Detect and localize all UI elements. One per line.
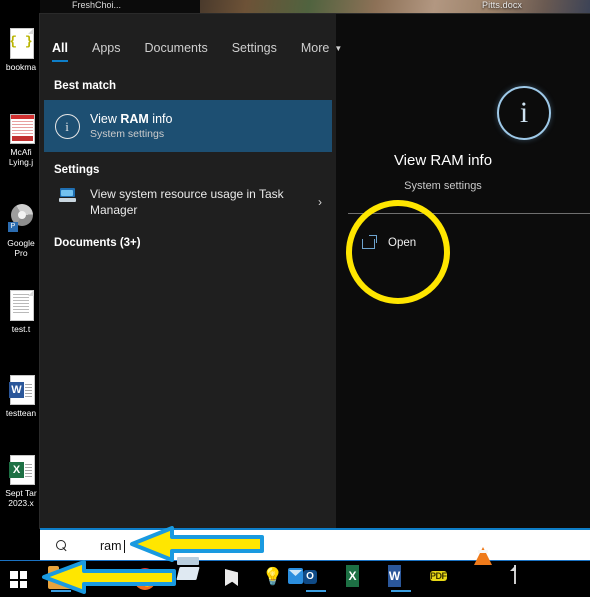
best-match-title: View RAM info — [90, 112, 172, 126]
wallpaper-file-label: Pitts.docx — [482, 0, 523, 10]
active-tab-underline — [52, 59, 68, 62]
title-suffix: info — [148, 112, 173, 126]
desktop-icon-bookmarks[interactable]: { } bookma — [0, 28, 42, 72]
desktop-icon-label: testtean — [5, 408, 37, 418]
search-icon — [56, 540, 68, 552]
tab-label: Settings — [231, 41, 277, 55]
desktop-icon-test-text[interactable]: test.t — [0, 290, 42, 334]
open-external-icon — [362, 235, 377, 249]
info-circle-icon: i — [44, 113, 90, 139]
desktop-icon-mcafee-image[interactable]: McAfi Lying.j — [0, 113, 42, 167]
best-match-text: View RAM info System settings — [90, 112, 172, 140]
search-box[interactable]: ram — [40, 528, 590, 562]
search-filter-tabs: All Apps Documents Settings More ▼ — [40, 28, 342, 68]
arrow-pointing-to-taskbar — [42, 560, 176, 594]
desktop-icon-label: bookma — [5, 62, 37, 72]
taskbar-vlc-media-player-icon[interactable] — [472, 547, 498, 592]
tab-more[interactable]: More ▼ — [289, 28, 354, 68]
start-menu-preview-pane — [336, 14, 590, 528]
json-file-icon: { } — [6, 28, 36, 60]
taskbar-outlook-icon[interactable]: O — [288, 566, 329, 592]
chevron-down-icon: ▼ — [334, 43, 343, 53]
preview-subtitle: System settings — [404, 180, 482, 192]
search-input[interactable]: ram — [100, 539, 122, 553]
preview-title: View RAM info — [393, 152, 493, 169]
desktop-icon-label: test.t — [11, 324, 31, 334]
section-header-best-match: Best match — [54, 80, 116, 92]
tab-label: Apps — [91, 41, 121, 55]
best-match-result-view-ram-info[interactable]: i View RAM info System settings — [44, 100, 332, 152]
preview-divider — [348, 213, 590, 214]
text-file-icon — [6, 290, 36, 322]
tab-settings[interactable]: Settings — [220, 28, 289, 68]
excel-file-icon: X — [6, 454, 36, 486]
desktop-icon-label: Sept Tar 2023.x — [5, 488, 37, 508]
desktop-icon-testteam-word[interactable]: W testtean — [0, 374, 42, 418]
section-header-documents: Documents (3+) — [54, 237, 141, 249]
windows-start-icon[interactable] — [10, 571, 27, 588]
tab-label: Documents — [144, 41, 208, 55]
wallpaper — [200, 0, 590, 14]
taskbar-excel-icon[interactable]: X — [346, 565, 372, 592]
open-action-label: Open — [388, 236, 417, 249]
chevron-right-icon[interactable]: › — [318, 195, 322, 209]
task-manager-icon — [44, 186, 90, 202]
taskbar-pdf-reader-icon[interactable]: PDF — [430, 566, 456, 592]
title-prefix: View — [90, 112, 121, 126]
settings-result-label: View system resource usage in Task Manag… — [90, 187, 284, 217]
open-action-button[interactable]: Open — [362, 235, 417, 249]
preview-icon-glyph: i — [519, 96, 529, 129]
tab-label: More — [300, 41, 330, 55]
desktop-icon-label: McAfi Lying.j — [8, 147, 34, 167]
tab-documents[interactable]: Documents — [132, 28, 219, 68]
preview-info-circle-icon: i — [497, 86, 551, 140]
chrome-icon: P — [6, 204, 36, 236]
taskbar-calculator-icon[interactable] — [553, 566, 579, 592]
settings-result-task-manager[interactable]: View system resource usage in Task Manag… — [44, 186, 332, 228]
text-cursor — [124, 540, 125, 553]
screen: FreshChoi... Pitts.docx { } bookma McAfi… — [0, 0, 590, 597]
tab-apps[interactable]: Apps — [80, 28, 133, 68]
best-match-subtitle: System settings — [90, 128, 165, 140]
taskbar-onenote-icon[interactable] — [220, 566, 246, 592]
taskbar-lamp-app-icon[interactable]: 💡 — [262, 566, 288, 592]
desktop-icon-chrome[interactable]: P Google Pro — [0, 204, 42, 258]
tab-label: All — [52, 41, 68, 55]
taskbar-word-icon[interactable]: W — [388, 565, 414, 592]
section-header-settings: Settings — [54, 164, 100, 176]
taskview-window-label: FreshChoi... — [72, 0, 122, 10]
desktop-icon-label: Google Pro — [7, 238, 35, 258]
arrow-pointing-to-search-box — [130, 526, 264, 562]
title-match: RAM — [120, 112, 149, 126]
desktop-icon-sept-target-excel[interactable]: X Sept Tar 2023.x — [0, 454, 42, 508]
taskbar-notepad-document-icon[interactable] — [514, 565, 540, 592]
image-file-icon — [6, 113, 36, 145]
taskbar-microsoft-store-icon[interactable] — [176, 557, 202, 592]
pdf-label: PDF — [430, 571, 447, 581]
word-file-icon: W — [6, 374, 36, 406]
tab-all[interactable]: All — [40, 28, 80, 68]
